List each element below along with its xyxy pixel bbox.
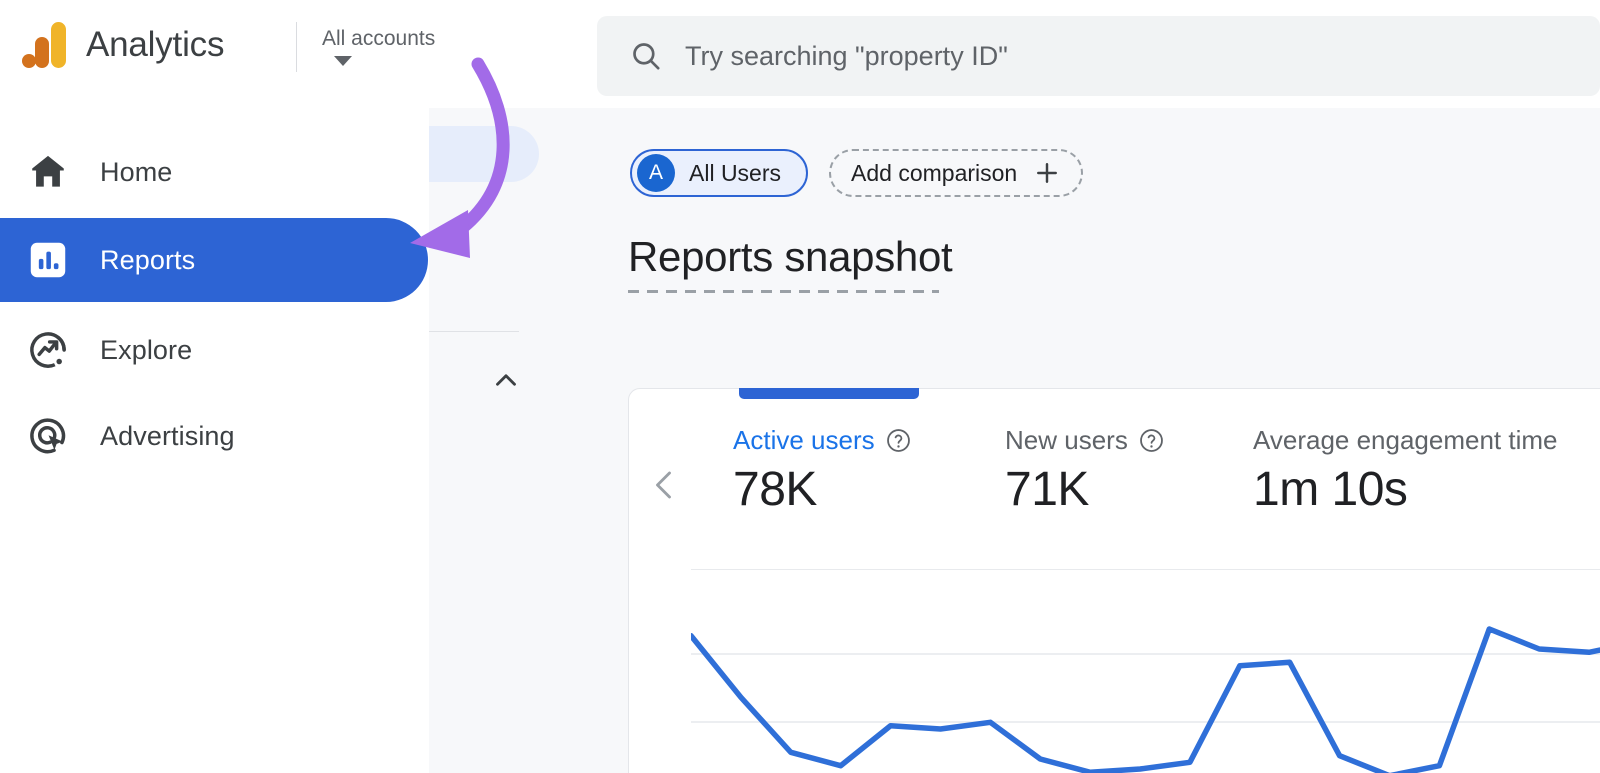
help-circle-icon[interactable] [885, 427, 912, 454]
chart-series-line [691, 629, 1600, 773]
google-analytics-logo [22, 20, 66, 68]
home-icon [26, 150, 70, 194]
account-selector-label: All accounts [322, 26, 435, 52]
metric-value: 78K [733, 463, 1005, 517]
sidebar-item-label: Advertising [100, 421, 235, 452]
all-users-chip[interactable]: A All Users [630, 149, 808, 197]
search-bar[interactable]: Try searching "property ID" [597, 16, 1600, 96]
metric-value: 71K [1005, 463, 1253, 517]
add-comparison-label: Add comparison [851, 160, 1017, 187]
analytics-app: Analytics All accounts Try searching "pr… [0, 0, 1600, 773]
advertising-icon [26, 414, 70, 458]
search-input-placeholder: Try searching "property ID" [685, 41, 1008, 72]
account-selector[interactable]: All accounts [322, 26, 435, 66]
metric-average-engagement-time[interactable]: Average engagement time 1m 10s [1253, 425, 1600, 517]
chevron-up-icon[interactable] [489, 363, 523, 397]
card-divider [691, 569, 1600, 570]
secondary-nav-divider [429, 331, 519, 332]
sidebar-item-label: Explore [100, 335, 192, 366]
page-title: Reports snapshot [628, 233, 952, 281]
main-content: A All Users Add comparison Reports snaps… [617, 108, 1600, 773]
left-navigation: Home Reports Explore [0, 108, 429, 773]
chart-gridlines [691, 654, 1600, 722]
all-users-chip-label: All Users [689, 160, 781, 187]
sidebar-item-advertising[interactable]: Advertising [0, 394, 429, 478]
metric-value: 1m 10s [1253, 463, 1600, 517]
chart-svg [691, 589, 1600, 773]
sidebar-item-reports[interactable]: Reports [0, 218, 428, 302]
page-title-wrapper: Reports snapshot [628, 233, 952, 293]
metric-label: Average engagement time [1253, 425, 1558, 456]
search-icon [629, 39, 663, 73]
caret-down-icon [334, 56, 352, 66]
secondary-nav-panel [429, 108, 617, 773]
avatar: A [637, 154, 675, 192]
sidebar-item-label: Reports [100, 245, 195, 276]
explore-icon [26, 328, 70, 372]
brand-name: Analytics [86, 27, 224, 62]
metric-new-users[interactable]: New users 71K [1005, 425, 1253, 517]
active-users-chart [691, 589, 1600, 773]
secondary-nav-highlight-pill [429, 126, 539, 182]
sidebar-item-label: Home [100, 157, 172, 188]
snapshot-card: Active users 78K New users [628, 388, 1600, 773]
add-comparison-button[interactable]: Add comparison [829, 149, 1083, 197]
help-circle-icon[interactable] [1138, 427, 1165, 454]
metric-active-users[interactable]: Active users 78K [733, 425, 1005, 517]
metric-label: Active users [733, 425, 875, 456]
plus-icon [1033, 159, 1061, 187]
comparison-chips: A All Users Add comparison [630, 149, 1083, 197]
brand[interactable]: Analytics [22, 20, 224, 68]
sidebar-item-home[interactable]: Home [0, 130, 429, 214]
sidebar-item-explore[interactable]: Explore [0, 308, 429, 392]
chevron-left-icon[interactable] [647, 467, 683, 503]
metric-label: New users [1005, 425, 1128, 456]
top-bar: Analytics All accounts Try searching "pr… [0, 0, 1600, 108]
bar-chart-icon [26, 238, 70, 282]
brand-divider [296, 22, 297, 72]
page-title-underline [628, 290, 939, 293]
selected-metric-indicator [739, 388, 919, 399]
metrics-row: Active users 78K New users [733, 425, 1600, 517]
